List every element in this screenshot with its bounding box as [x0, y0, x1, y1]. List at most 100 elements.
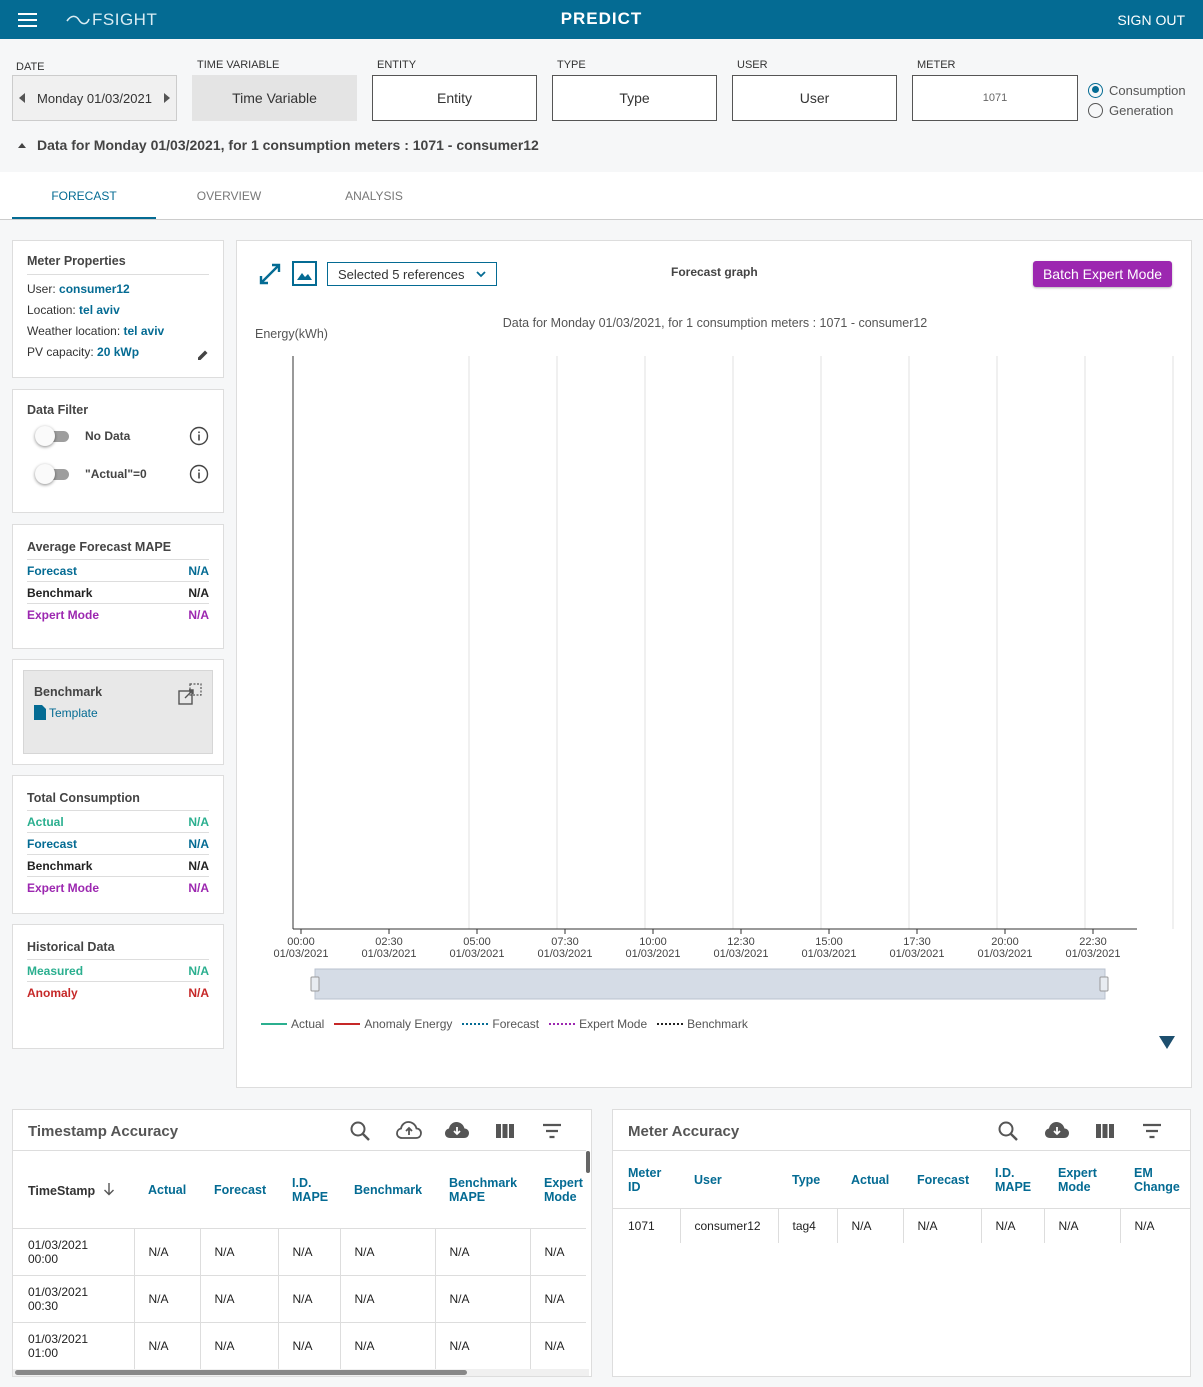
- cloud-upload-icon[interactable]: [396, 1120, 422, 1142]
- consumption-label[interactable]: Consumption: [1109, 83, 1186, 98]
- column-header-expert-mode[interactable]: Expert Mode: [530, 1150, 586, 1229]
- cloud-download-icon[interactable]: [444, 1120, 470, 1142]
- column-header-label[interactable]: EM: [1134, 1166, 1153, 1180]
- column-header-benchmark[interactable]: Benchmark: [340, 1150, 435, 1229]
- column-header-benchmark-mape[interactable]: Benchmark MAPE: [435, 1150, 530, 1229]
- column-header-label[interactable]: MAPE: [292, 1190, 328, 1204]
- column-header-label[interactable]: Mode: [544, 1190, 577, 1204]
- column-header-id-mape[interactable]: I.D. MAPE: [981, 1150, 1044, 1209]
- column-header-label[interactable]: Benchmark: [449, 1176, 517, 1190]
- type-select[interactable]: Type: [552, 75, 717, 121]
- legend-item[interactable]: Anomaly Energy: [334, 1017, 452, 1031]
- column-header-label[interactable]: I.D.: [292, 1176, 311, 1190]
- legend-item[interactable]: Expert Mode: [549, 1017, 647, 1031]
- user-select[interactable]: User: [732, 75, 897, 121]
- column-header-actual[interactable]: Actual: [837, 1150, 903, 1209]
- template-label[interactable]: Template: [49, 706, 98, 720]
- legend-item[interactable]: Actual: [261, 1017, 324, 1031]
- radio-unselected-icon[interactable]: [1088, 102, 1103, 118]
- column-header-label[interactable]: Meter: [628, 1166, 661, 1180]
- table-row[interactable]: 01/03/2021 00:00 N/A N/A N/A N/A N/A N/A: [13, 1228, 586, 1276]
- search-icon[interactable]: [349, 1120, 371, 1142]
- column-header-label[interactable]: Actual: [148, 1183, 186, 1197]
- range-navigator[interactable]: [314, 968, 1106, 1000]
- range-handle-right[interactable]: [1099, 976, 1109, 992]
- column-header-actual[interactable]: Actual: [134, 1150, 200, 1229]
- radio-selected-icon[interactable]: [1088, 82, 1103, 98]
- column-header-timestamp[interactable]: TimeStamp: [13, 1150, 134, 1229]
- column-header-forecast[interactable]: Forecast: [903, 1150, 981, 1209]
- column-header-type[interactable]: Type: [778, 1150, 837, 1209]
- column-header-label[interactable]: ID: [628, 1180, 641, 1194]
- menu-icon[interactable]: [18, 13, 37, 27]
- column-header-label[interactable]: Mode: [1058, 1180, 1091, 1194]
- sort-down-arrow-icon[interactable]: [102, 1182, 116, 1196]
- legend-label[interactable]: Anomaly Energy: [364, 1017, 452, 1031]
- vertical-scrollbar[interactable]: [585, 1150, 591, 1370]
- legend-label[interactable]: Actual: [291, 1017, 324, 1031]
- collapse-caret-icon[interactable]: [18, 142, 26, 148]
- meter-select[interactable]: 1071: [912, 75, 1078, 121]
- generation-radio[interactable]: Generation: [1088, 100, 1186, 120]
- previous-day-icon[interactable]: [19, 93, 25, 103]
- edit-pencil-icon[interactable]: [197, 349, 209, 361]
- cloud-download-icon[interactable]: [1044, 1120, 1070, 1142]
- column-header-label[interactable]: User: [694, 1173, 722, 1187]
- sign-out-button[interactable]: SIGN OUT: [1117, 12, 1185, 28]
- actual-zero-toggle[interactable]: [35, 464, 73, 484]
- column-header-user[interactable]: User: [680, 1150, 778, 1209]
- column-header-label[interactable]: I.D.: [995, 1166, 1014, 1180]
- column-header-label[interactable]: MAPE: [995, 1180, 1031, 1194]
- column-header-label[interactable]: Actual: [851, 1173, 889, 1187]
- tab-overview[interactable]: OVERVIEW: [157, 172, 301, 219]
- template-link[interactable]: Template: [34, 705, 202, 720]
- date-picker[interactable]: Monday 01/03/2021: [12, 75, 177, 121]
- column-header-id-mape[interactable]: I.D. MAPE: [278, 1150, 340, 1229]
- horizontal-scrollbar[interactable]: [13, 1369, 589, 1376]
- collapse-down-icon[interactable]: [1159, 1036, 1175, 1049]
- columns-icon[interactable]: [494, 1120, 516, 1142]
- info-icon[interactable]: [189, 464, 209, 484]
- column-header-label[interactable]: Change: [1134, 1180, 1180, 1194]
- column-header-label[interactable]: Expert: [544, 1176, 583, 1190]
- x-tick-label-date: 01/03/2021: [801, 948, 856, 960]
- entity-select[interactable]: Entity: [372, 75, 537, 121]
- column-header-label[interactable]: Forecast: [917, 1173, 969, 1187]
- table-cell: N/A: [530, 1275, 586, 1323]
- tab-forecast[interactable]: FORECAST: [12, 172, 156, 219]
- column-header-em-change[interactable]: EM Change: [1120, 1150, 1190, 1209]
- generation-label[interactable]: Generation: [1109, 103, 1173, 118]
- column-header-label[interactable]: Type: [792, 1173, 820, 1187]
- column-header-meter-id[interactable]: Meter ID: [613, 1150, 680, 1209]
- legend-item[interactable]: Forecast: [462, 1017, 539, 1031]
- column-header-label[interactable]: MAPE: [449, 1190, 485, 1204]
- open-external-icon[interactable]: [178, 683, 202, 705]
- table-row[interactable]: 01/03/2021 01:00 N/A N/A N/A N/A N/A N/A: [13, 1322, 586, 1370]
- column-header-label[interactable]: Forecast: [214, 1183, 266, 1197]
- search-icon[interactable]: [997, 1120, 1019, 1142]
- filter-icon[interactable]: [1141, 1120, 1163, 1142]
- column-header-label[interactable]: Benchmark: [354, 1183, 422, 1197]
- table-row[interactable]: 1071 consumer12 tag4 N/A N/A N/A N/A N/A: [613, 1208, 1190, 1243]
- legend-item[interactable]: Benchmark: [657, 1017, 748, 1031]
- range-handle-left[interactable]: [310, 976, 320, 992]
- columns-icon[interactable]: [1094, 1120, 1116, 1142]
- weather-location-label: Weather location:: [27, 324, 121, 338]
- date-value[interactable]: Monday 01/03/2021: [37, 91, 152, 106]
- filter-icon[interactable]: [541, 1120, 563, 1142]
- consumption-radio[interactable]: Consumption: [1088, 80, 1186, 100]
- tab-analysis[interactable]: ANALYSIS: [302, 172, 446, 219]
- total-consumption-title: Total Consumption: [27, 791, 209, 811]
- no-data-toggle[interactable]: [35, 426, 73, 446]
- timestamp-header-label[interactable]: TimeStamp: [28, 1184, 95, 1198]
- table-row[interactable]: 01/03/2021 00:30 N/A N/A N/A N/A N/A N/A: [13, 1275, 586, 1323]
- legend-label[interactable]: Benchmark: [687, 1017, 748, 1031]
- column-header-expert-mode[interactable]: Expert Mode: [1044, 1150, 1120, 1209]
- column-header-label[interactable]: Expert: [1058, 1166, 1097, 1180]
- legend-label[interactable]: Forecast: [492, 1017, 539, 1031]
- time-variable-select[interactable]: Time Variable: [192, 75, 357, 121]
- info-icon[interactable]: [189, 426, 209, 446]
- legend-label[interactable]: Expert Mode: [579, 1017, 647, 1031]
- next-day-icon[interactable]: [164, 93, 170, 103]
- column-header-forecast[interactable]: Forecast: [200, 1150, 278, 1229]
